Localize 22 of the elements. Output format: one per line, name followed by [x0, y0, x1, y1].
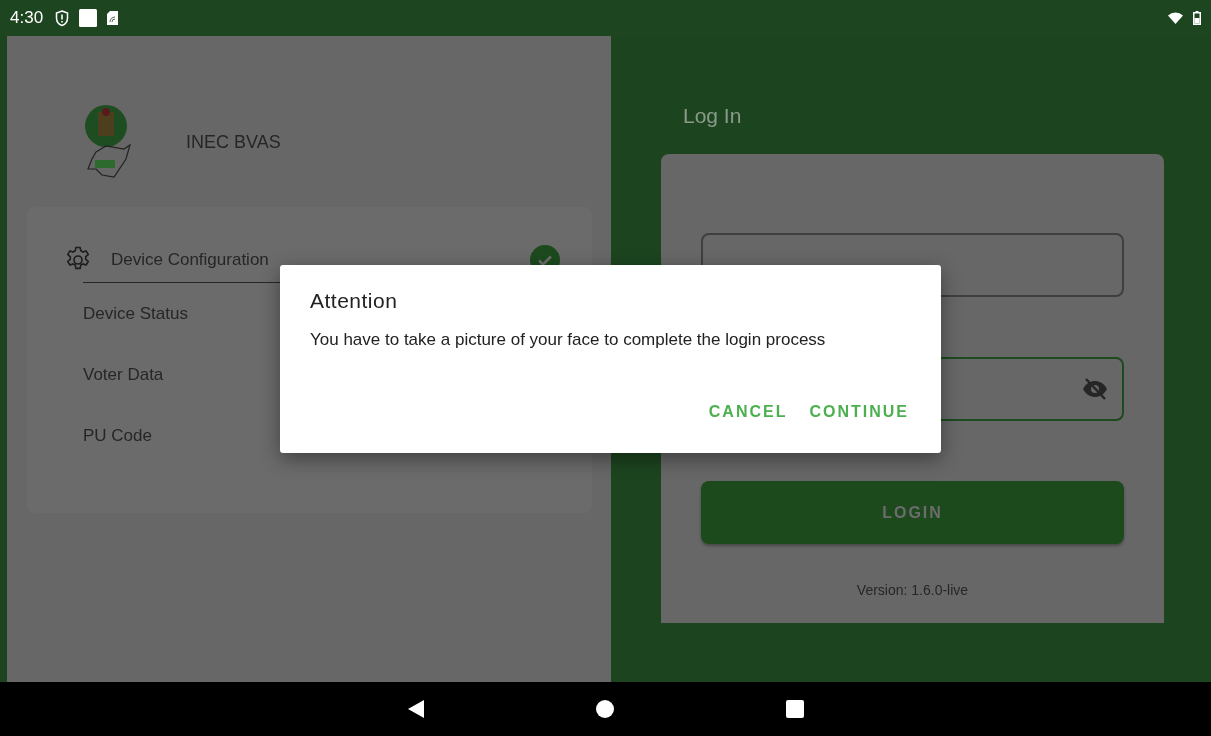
recents-icon[interactable]	[785, 700, 804, 718]
app-title: INEC BVAS	[186, 131, 281, 153]
square-icon	[79, 9, 98, 27]
dialog-button[interactable]: CONTINUE	[801, 399, 917, 425]
dialog-title: Attention	[310, 289, 399, 313]
step-label: Device Status	[83, 303, 188, 324]
dialog-message: You have to take a picture of your face to complete the login process	[310, 330, 827, 350]
shield-alert-icon	[55, 9, 70, 27]
step-label: PU Code	[83, 425, 152, 446]
home-icon[interactable]	[595, 700, 614, 718]
sim-card-icon	[107, 11, 119, 25]
back-icon[interactable]	[407, 700, 424, 718]
login-button[interactable]: LOGIN	[701, 481, 1124, 544]
version-text: Version: 1.6.0-live	[856, 582, 969, 598]
battery-icon	[1193, 11, 1201, 25]
dialog-button[interactable]: CANCEL	[700, 399, 796, 425]
step-label: Device Configuration	[111, 249, 270, 270]
eye-off-icon[interactable]	[1082, 377, 1108, 401]
status-time: 4:30	[10, 8, 44, 28]
wifi-icon	[1168, 12, 1183, 24]
step-label: Voter Data	[83, 364, 164, 385]
login-title: Log In	[683, 104, 742, 127]
